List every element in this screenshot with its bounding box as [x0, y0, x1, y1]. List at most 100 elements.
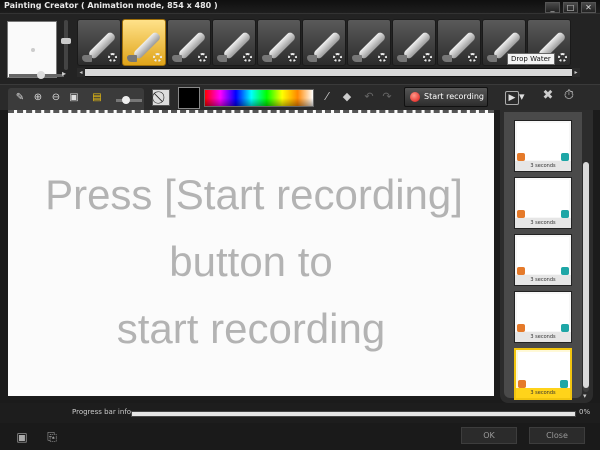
brush-tip-icon	[397, 55, 407, 62]
instruction-line-1: Press [Start recording]	[45, 171, 463, 218]
redo-icon[interactable]: ↷	[380, 90, 394, 104]
spectrum-shade	[205, 98, 313, 106]
zoom-in-icon[interactable]: ⊕	[32, 92, 44, 104]
brush-tip-icon	[442, 55, 452, 62]
frame-brush-icon[interactable]	[517, 210, 525, 218]
frame-duration: 3 seconds	[515, 218, 571, 228]
brush-tool[interactable]	[392, 19, 436, 66]
actual-size-icon[interactable]: ▣	[68, 92, 80, 104]
frame-brush-icon[interactable]	[517, 267, 525, 275]
scrollbar-thumb[interactable]	[583, 162, 589, 388]
brush-tool[interactable]	[77, 19, 121, 66]
brush-tool[interactable]	[437, 19, 481, 66]
play-menu-icon[interactable]: ▾	[519, 90, 525, 103]
maximize-button[interactable]: □	[563, 2, 578, 13]
gear-icon[interactable]	[153, 53, 162, 62]
brush-tip-icon	[487, 55, 497, 62]
animation-frame[interactable]: 3 seconds	[514, 348, 572, 400]
brush-size-slider[interactable]	[9, 71, 64, 79]
camera-settings-icon[interactable]: ⎘	[42, 429, 62, 445]
window-controls: _ □ ✕	[545, 2, 596, 13]
slider-knob[interactable]	[37, 71, 45, 79]
gear-icon[interactable]	[378, 53, 387, 62]
ok-button[interactable]: OK	[461, 427, 517, 444]
brush-tip-icon	[352, 55, 362, 62]
brush-preview	[7, 21, 57, 78]
brush-tip-icon	[217, 55, 227, 62]
canvas-toolbar: ✎ ⊕ ⊖ ▣ ▤ ⃠ ⁄ ◆ ↶ ↷ Start recording ▶▾ ✖…	[0, 84, 600, 110]
frame-duration: 3 seconds	[515, 332, 571, 342]
gear-icon[interactable]	[468, 53, 477, 62]
start-recording-button[interactable]: Start recording	[404, 87, 488, 107]
slider-knob[interactable]	[61, 38, 71, 44]
canvas-instruction: Press [Start recording] button to start …	[8, 161, 494, 362]
scroll-right-icon[interactable]: ▸	[572, 68, 580, 77]
frame-settings-icon[interactable]	[561, 153, 569, 161]
instruction-line-3: start recording	[116, 305, 386, 352]
frame-list: 3 seconds 3 seconds 3 seconds 3 seconds 3 se…	[504, 112, 582, 400]
painting-canvas[interactable]: Press [Start recording] button to start …	[8, 110, 494, 396]
brush-tip-icon	[127, 55, 137, 62]
tool-area: ▸ Drop Water ◂ ▸	[0, 14, 600, 84]
frame-settings-icon[interactable]	[561, 267, 569, 275]
close-window-button[interactable]: ✕	[581, 2, 596, 13]
gear-icon[interactable]	[108, 53, 117, 62]
close-button[interactable]: Close	[529, 427, 585, 444]
gear-icon[interactable]	[243, 53, 252, 62]
animation-frame[interactable]: 3 seconds	[514, 291, 572, 343]
frame-settings-icon[interactable]	[560, 380, 568, 388]
slider-knob[interactable]	[122, 96, 130, 104]
gear-icon[interactable]	[333, 53, 342, 62]
animation-frame[interactable]: 3 seconds	[514, 234, 572, 286]
scroll-left-icon[interactable]: ◂	[77, 68, 85, 77]
canvas-edit-icon[interactable]: ✎	[14, 92, 26, 104]
gear-icon[interactable]	[288, 53, 297, 62]
brush-opacity-slider[interactable]	[61, 20, 71, 70]
delete-frame-icon[interactable]: ✖	[541, 89, 555, 103]
animation-frame[interactable]: 3 seconds	[514, 120, 572, 172]
eraser-icon[interactable]: ◆	[340, 90, 354, 104]
frame-brush-icon[interactable]	[517, 153, 525, 161]
brush-tool[interactable]	[212, 19, 256, 66]
color-spectrum-picker[interactable]	[204, 89, 314, 107]
scroll-down-icon[interactable]: ▾	[583, 392, 591, 400]
brush-tool[interactable]	[347, 19, 391, 66]
frame-brush-icon[interactable]	[518, 380, 526, 388]
background-image-icon[interactable]: ▤	[88, 92, 106, 104]
snapshot-icon[interactable]: ▣	[12, 429, 32, 445]
undo-icon[interactable]: ↶	[362, 90, 376, 104]
brush-tool[interactable]	[302, 19, 346, 66]
frame-scrollbar[interactable]	[583, 162, 589, 392]
gear-icon[interactable]	[198, 53, 207, 62]
slider-end-icon: ▸	[62, 69, 67, 78]
brush-tool[interactable]	[167, 19, 211, 66]
current-color-swatch[interactable]	[178, 87, 200, 109]
tool-scrollbar[interactable]: ◂ ▸	[77, 68, 580, 77]
frame-settings-icon[interactable]	[561, 324, 569, 332]
zoom-out-icon[interactable]: ⊖	[50, 92, 62, 104]
frame-settings-icon[interactable]	[561, 210, 569, 218]
brush-tip-icon	[307, 55, 317, 62]
minimize-button[interactable]: _	[545, 2, 560, 13]
timer-icon[interactable]: ⏱	[562, 89, 576, 103]
zoom-slider[interactable]	[116, 96, 142, 104]
no-brush-button[interactable]: ⃠	[152, 89, 170, 106]
tool-tooltip: Drop Water	[507, 53, 555, 65]
gear-icon[interactable]	[558, 53, 567, 62]
gear-icon[interactable]	[423, 53, 432, 62]
frame-duration: 3 seconds	[516, 388, 570, 398]
play-button[interactable]: ▶ ▾	[505, 88, 529, 106]
color-picker-icon[interactable]: ⁄	[320, 90, 334, 104]
brush-tool[interactable]	[257, 19, 301, 66]
brush-tool-strip	[77, 19, 571, 66]
start-recording-label: Start recording	[424, 92, 485, 101]
bottom-bar: ▣ ⎘ OK Close	[0, 423, 600, 450]
progress-percent: 0%	[579, 408, 591, 416]
progress-label: Progress bar info	[72, 408, 132, 416]
frame-brush-icon[interactable]	[517, 324, 525, 332]
brush-tool[interactable]	[122, 19, 166, 66]
animation-frame[interactable]: 3 seconds	[514, 177, 572, 229]
view-tools: ✎ ⊕ ⊖ ▣ ▤	[8, 88, 144, 110]
frame-panel: 3 seconds 3 seconds 3 seconds 3 seconds 3 se…	[500, 110, 593, 403]
brush-tip-icon	[262, 55, 272, 62]
